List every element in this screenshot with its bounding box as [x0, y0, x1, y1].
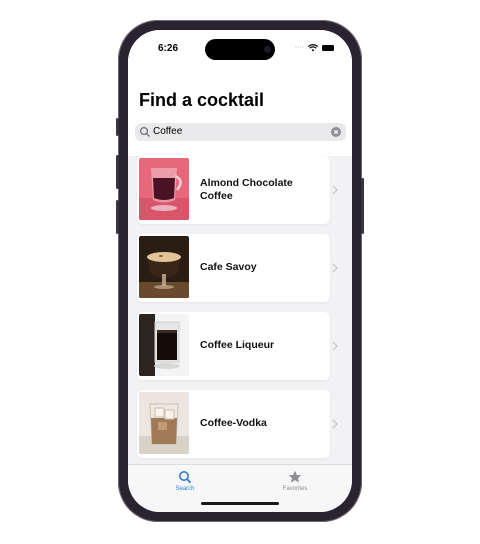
foamy-coffee-cocktail-photo	[139, 236, 189, 298]
cocktail-name: Cafe Savoy	[200, 261, 257, 273]
home-indicator	[201, 502, 279, 505]
star-icon	[288, 470, 302, 483]
tab-favorites[interactable]: Favorites	[265, 468, 325, 498]
tab-search[interactable]: Search	[155, 468, 215, 498]
cocktail-name: Almond Chocolate Coffee	[200, 177, 293, 202]
wifi-icon	[308, 44, 318, 52]
signal-icon: ····	[294, 44, 304, 51]
header: Find a cocktail Coffee	[128, 70, 352, 156]
clear-search-icon[interactable]	[331, 127, 341, 137]
status-time: 6:26	[158, 43, 179, 54]
side-button-left-2	[116, 155, 119, 189]
search-input[interactable]: Coffee	[153, 125, 182, 139]
cocktail-name: Coffee-Vodka	[200, 417, 267, 429]
search-icon	[179, 471, 192, 484]
side-button-right	[361, 178, 364, 234]
chevron-right-icon	[332, 185, 338, 195]
chevron-right-icon	[332, 341, 338, 351]
list-item[interactable]: Almond Chocolate Coffee	[137, 156, 338, 224]
status-bar: 6:26 ····	[128, 30, 352, 70]
dark-liqueur-glass-photo	[139, 314, 189, 376]
dynamic-island	[205, 39, 275, 60]
phone-screen: 6:26 ···· Find a cocktail Coffee Almond …	[128, 30, 352, 512]
page-title: Find a cocktail	[139, 90, 265, 110]
list-item[interactable]: Coffee Liqueur	[137, 312, 338, 380]
list-item[interactable]: Cafe Savoy	[137, 234, 338, 302]
search-field[interactable]: Coffee	[135, 123, 346, 141]
list-item[interactable]: Coffee-Vodka	[137, 390, 338, 458]
search-icon	[139, 126, 150, 137]
status-icons: ····	[295, 44, 334, 52]
tab-label: Favorites	[282, 486, 308, 492]
chevron-right-icon	[332, 419, 338, 429]
battery-icon	[322, 45, 334, 51]
chevron-right-icon	[332, 263, 338, 273]
side-button-left-3	[116, 200, 119, 234]
tab-label: Search	[175, 486, 195, 492]
camera-icon	[264, 46, 271, 53]
side-button-left-1	[116, 118, 119, 136]
red-cocktail-photo	[139, 158, 189, 220]
iced-coffee-vodka-photo	[139, 392, 189, 454]
cocktail-name: Coffee Liqueur	[200, 339, 275, 351]
